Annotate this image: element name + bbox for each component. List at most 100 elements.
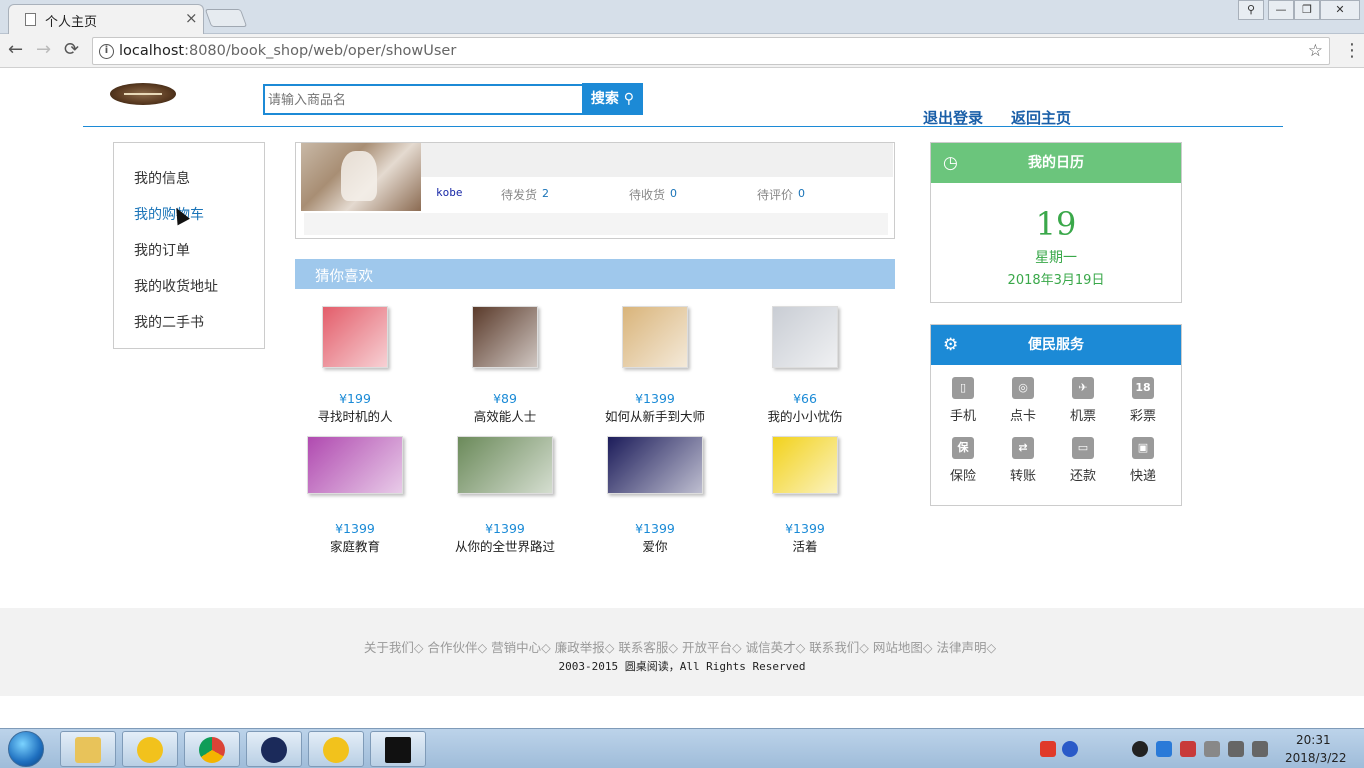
book-title[interactable]: 我的小小忧伤 bbox=[730, 406, 880, 425]
book-title[interactable]: 高效能人士 bbox=[430, 406, 580, 425]
browser-tab[interactable]: 个人主页 × bbox=[8, 4, 204, 34]
close-window-button[interactable]: ✕ bbox=[1320, 0, 1360, 20]
footer-link[interactable]: 联系我们◇ bbox=[809, 640, 869, 655]
footer-link[interactable]: 营销中心◇ bbox=[491, 640, 551, 655]
search-button[interactable]: 搜索 ⚲ bbox=[582, 83, 643, 115]
bookmark-star-icon[interactable]: ☆ bbox=[1308, 41, 1323, 61]
address-bar[interactable]: i localhost:8080/book_shop/web/oper/show… bbox=[92, 37, 1330, 65]
book-spacer bbox=[430, 494, 580, 521]
browser-menu-icon[interactable]: ⋮ bbox=[1343, 40, 1361, 61]
security-icon[interactable] bbox=[1156, 741, 1172, 757]
info-icon[interactable]: i bbox=[99, 44, 114, 59]
profile-icon[interactable]: ⚲ bbox=[1238, 0, 1264, 20]
search-input[interactable] bbox=[263, 84, 582, 115]
site-logo[interactable] bbox=[110, 83, 176, 105]
sidebar-item-secondhand[interactable]: 我的二手书 bbox=[134, 312, 204, 332]
avatar[interactable] bbox=[301, 143, 421, 211]
book-item[interactable]: ¥199 寻找时机的人 bbox=[280, 306, 430, 425]
sidebar-item-orders[interactable]: 我的订单 bbox=[134, 240, 190, 260]
taskbar-explorer[interactable] bbox=[60, 731, 116, 767]
home-link[interactable]: 返回主页 bbox=[1011, 107, 1071, 128]
footer-link[interactable]: 网站地图◇ bbox=[873, 640, 933, 655]
ime-icon[interactable] bbox=[1040, 741, 1056, 757]
sidebar-item-cart[interactable]: 我的购物车 bbox=[134, 204, 204, 224]
book-title[interactable]: 如何从新手到大师 bbox=[580, 406, 730, 425]
minimize-button[interactable]: — bbox=[1268, 0, 1294, 20]
maximize-button[interactable]: ❐ bbox=[1294, 0, 1320, 20]
stat-label-to-receive[interactable]: 待收货 bbox=[629, 186, 665, 203]
book-title[interactable]: 家庭教育 bbox=[280, 536, 430, 555]
book-item[interactable]: ¥1399 从你的全世界路过 bbox=[430, 436, 580, 555]
book-cover[interactable] bbox=[457, 436, 553, 494]
footer-link[interactable]: 法律声明◇ bbox=[937, 640, 997, 655]
calendar-date: 2018年3月19日 bbox=[1007, 273, 1105, 288]
service-item[interactable]: ▯ 手机 bbox=[933, 377, 993, 424]
footer-link[interactable]: 合作伙伴◇ bbox=[428, 640, 488, 655]
service-item[interactable]: ◎ 点卡 bbox=[993, 377, 1053, 424]
taskbar-music[interactable] bbox=[122, 731, 178, 767]
stat-label-to-review[interactable]: 待评价 bbox=[757, 186, 793, 203]
book-title[interactable]: 活着 bbox=[730, 536, 880, 555]
sidebar-item-info[interactable]: 我的信息 bbox=[134, 168, 190, 188]
book-item[interactable]: ¥1399 活着 bbox=[730, 436, 880, 555]
book-item[interactable]: ¥1399 家庭教育 bbox=[280, 436, 430, 555]
service-item[interactable]: ▭ 还款 bbox=[1053, 437, 1113, 484]
tab-close-icon[interactable]: × bbox=[185, 9, 198, 27]
device-icon[interactable] bbox=[1204, 741, 1220, 757]
book-spacer bbox=[580, 368, 730, 391]
service-item[interactable]: ✈ 机票 bbox=[1053, 377, 1113, 424]
app-icon bbox=[323, 737, 349, 763]
help-icon[interactable] bbox=[1062, 741, 1078, 757]
book-cover[interactable] bbox=[472, 306, 538, 368]
calendar-header: ◷ 我的日历 bbox=[931, 143, 1181, 183]
sidebar-item-address[interactable]: 我的收货地址 bbox=[134, 276, 218, 296]
book-item[interactable]: ¥66 我的小小忧伤 bbox=[730, 306, 880, 425]
service-item[interactable]: ⇄ 转账 bbox=[993, 437, 1053, 484]
book-title[interactable]: 爱你 bbox=[580, 536, 730, 555]
forward-arrow-icon[interactable]: → bbox=[36, 39, 51, 60]
book-cover[interactable] bbox=[307, 436, 403, 494]
service-item[interactable]: ▣ 快递 bbox=[1113, 437, 1173, 484]
qq-icon[interactable] bbox=[1132, 741, 1148, 757]
recommend-header: 猜你喜欢 bbox=[295, 259, 895, 289]
service-item[interactable]: 18 彩票 bbox=[1113, 377, 1173, 424]
footer-link[interactable]: 联系客服◇ bbox=[618, 640, 678, 655]
book-title[interactable]: 寻找时机的人 bbox=[280, 406, 430, 425]
new-tab-button[interactable] bbox=[204, 9, 248, 27]
book-cover[interactable] bbox=[322, 306, 388, 368]
flag-icon[interactable] bbox=[1180, 741, 1196, 757]
taskbar-eclipse[interactable] bbox=[246, 731, 302, 767]
footer-link[interactable]: 廉政举报◇ bbox=[555, 640, 615, 655]
service-label: 转账 bbox=[1009, 469, 1036, 484]
services-header: ⚙ 便民服务 bbox=[931, 325, 1181, 365]
taskbar-chrome[interactable] bbox=[184, 731, 240, 767]
taskbar-app[interactable] bbox=[308, 731, 364, 767]
stat-label-to-ship[interactable]: 待发货 bbox=[501, 186, 537, 203]
start-button[interactable] bbox=[8, 731, 44, 767]
book-cover[interactable] bbox=[607, 436, 703, 494]
taskbar-cmd[interactable] bbox=[370, 731, 426, 767]
volume-icon[interactable] bbox=[1252, 741, 1268, 757]
book-price: ¥1399 bbox=[785, 521, 825, 536]
book-title[interactable]: 从你的全世界路过 bbox=[430, 536, 580, 555]
phone-icon: ▯ bbox=[952, 377, 974, 399]
book-spacer bbox=[730, 368, 880, 391]
logout-link[interactable]: 退出登录 bbox=[923, 107, 983, 128]
book-cover[interactable] bbox=[772, 306, 838, 368]
book-item[interactable]: ¥1399 如何从新手到大师 bbox=[580, 306, 730, 425]
back-arrow-icon[interactable]: ← bbox=[8, 39, 23, 60]
network-icon[interactable] bbox=[1228, 741, 1244, 757]
clock-time[interactable]: 20:31 bbox=[1296, 733, 1331, 747]
reload-icon[interactable]: ⟳ bbox=[64, 39, 79, 60]
card-footer-band bbox=[304, 213, 888, 235]
clock-date[interactable]: 2018/3/22 bbox=[1285, 751, 1347, 765]
footer-link[interactable]: 关于我们◇ bbox=[364, 640, 424, 655]
footer-link[interactable]: 诚信英才◇ bbox=[746, 640, 806, 655]
service-item[interactable]: 保保险 bbox=[933, 437, 993, 484]
book-cover[interactable] bbox=[772, 436, 838, 494]
book-spacer bbox=[580, 494, 730, 521]
book-item[interactable]: ¥89 高效能人士 bbox=[430, 306, 580, 425]
footer-link[interactable]: 开放平台◇ bbox=[682, 640, 742, 655]
book-item[interactable]: ¥1399 爱你 bbox=[580, 436, 730, 555]
book-cover[interactable] bbox=[622, 306, 688, 368]
